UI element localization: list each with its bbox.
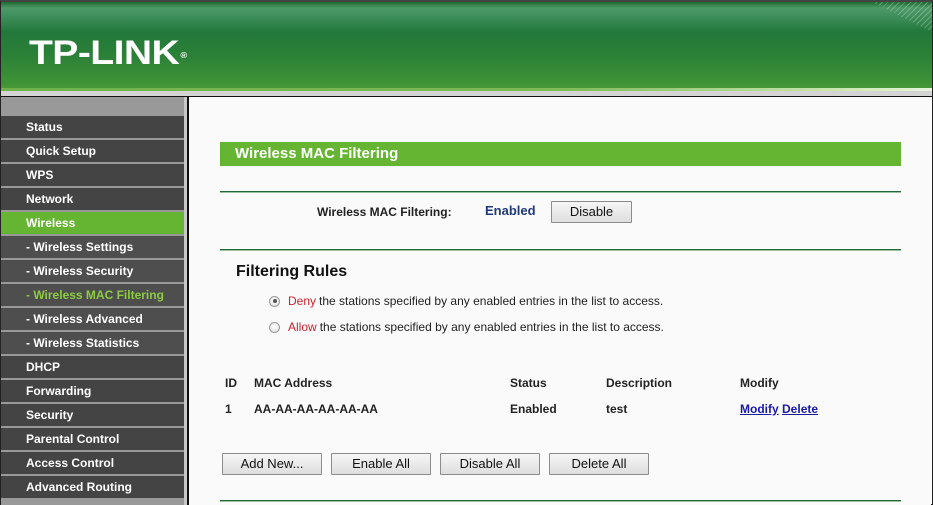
sidebar-item-wireless-advanced[interactable]: - Wireless Advanced: [1, 308, 184, 332]
section-divider: [220, 191, 901, 193]
deny-description: the stations specified by any enabled en…: [319, 294, 664, 308]
mac-filtering-label: Wireless MAC Filtering:: [317, 205, 452, 219]
registered-mark: ®: [180, 51, 187, 60]
brand-text: TP-LINK: [29, 34, 180, 72]
delete-link[interactable]: Delete: [782, 402, 818, 416]
sidebar-item-wireless-settings[interactable]: - Wireless Settings: [1, 236, 184, 260]
disable-filtering-button[interactable]: Disable: [551, 201, 632, 223]
deny-radio[interactable]: [269, 295, 280, 307]
sidebar-item-status[interactable]: Status: [1, 116, 184, 140]
sidebar-item-quick-setup[interactable]: Quick Setup: [1, 140, 184, 164]
sidebar-item-wireless-security[interactable]: - Wireless Security: [1, 260, 184, 284]
sidebar-item-advanced-routing[interactable]: Advanced Routing: [1, 476, 184, 500]
sidebar-item-parental-control[interactable]: Parental Control: [1, 428, 184, 452]
allow-description: the stations specified by any enabled en…: [319, 320, 664, 334]
page-title: Wireless MAC Filtering: [220, 142, 901, 166]
section-divider: [220, 500, 901, 502]
sidebar-item-wps[interactable]: WPS: [1, 164, 184, 188]
decorative-stripes: [872, 2, 932, 32]
sidebar-item-wireless-statistics[interactable]: - Wireless Statistics: [1, 332, 184, 356]
column-header-description: Description: [606, 376, 673, 390]
sidebar-item-network[interactable]: Network: [1, 188, 184, 212]
tp-link-logo: TP-LINK®: [29, 36, 187, 70]
column-header-mac-address: MAC Address: [254, 376, 333, 390]
delete-all-button[interactable]: Delete All: [549, 453, 649, 475]
row-mac-address: AA-AA-AA-AA-AA-AA: [254, 402, 378, 416]
sidebar-item-access-control[interactable]: Access Control: [1, 452, 184, 476]
sidebar-item-forwarding[interactable]: Forwarding: [1, 380, 184, 404]
column-header-id: ID: [225, 376, 237, 390]
column-header-modify: Modify: [740, 376, 779, 390]
sidebar-item-security[interactable]: Security: [1, 404, 184, 428]
row-description: test: [606, 402, 628, 416]
header-banner: TP-LINK®: [1, 2, 932, 90]
filtering-rules-title: Filtering Rules: [236, 263, 348, 280]
enable-all-button[interactable]: Enable All: [331, 453, 431, 475]
disable-all-button[interactable]: Disable All: [440, 453, 540, 475]
main-content: Wireless MAC Filtering Wireless MAC Filt…: [189, 97, 931, 505]
add-new-button[interactable]: Add New...: [222, 453, 322, 475]
allow-rule-option[interactable]: Allow the stations specified by any enab…: [269, 320, 664, 334]
mac-filtering-status: Enabled: [485, 203, 536, 218]
row-id: 1: [225, 402, 232, 416]
sidebar-top-pad: [1, 97, 187, 116]
sidebar-item-wireless-mac-filtering[interactable]: - Wireless MAC Filtering: [1, 284, 184, 308]
row-status: Enabled: [510, 402, 557, 416]
section-divider: [220, 249, 901, 251]
sidebar-item-dhcp[interactable]: DHCP: [1, 356, 184, 380]
allow-radio[interactable]: [269, 321, 280, 333]
allow-keyword: Allow: [288, 320, 317, 334]
column-header-status: Status: [510, 376, 547, 390]
deny-rule-option[interactable]: Deny the stations specified by any enabl…: [269, 294, 663, 308]
sidebar-item-wireless[interactable]: Wireless: [1, 212, 184, 236]
sidebar-menu: Status Quick Setup WPS Network Wireless …: [1, 97, 187, 505]
deny-keyword: Deny: [288, 294, 317, 308]
modify-link[interactable]: Modify: [740, 402, 779, 416]
